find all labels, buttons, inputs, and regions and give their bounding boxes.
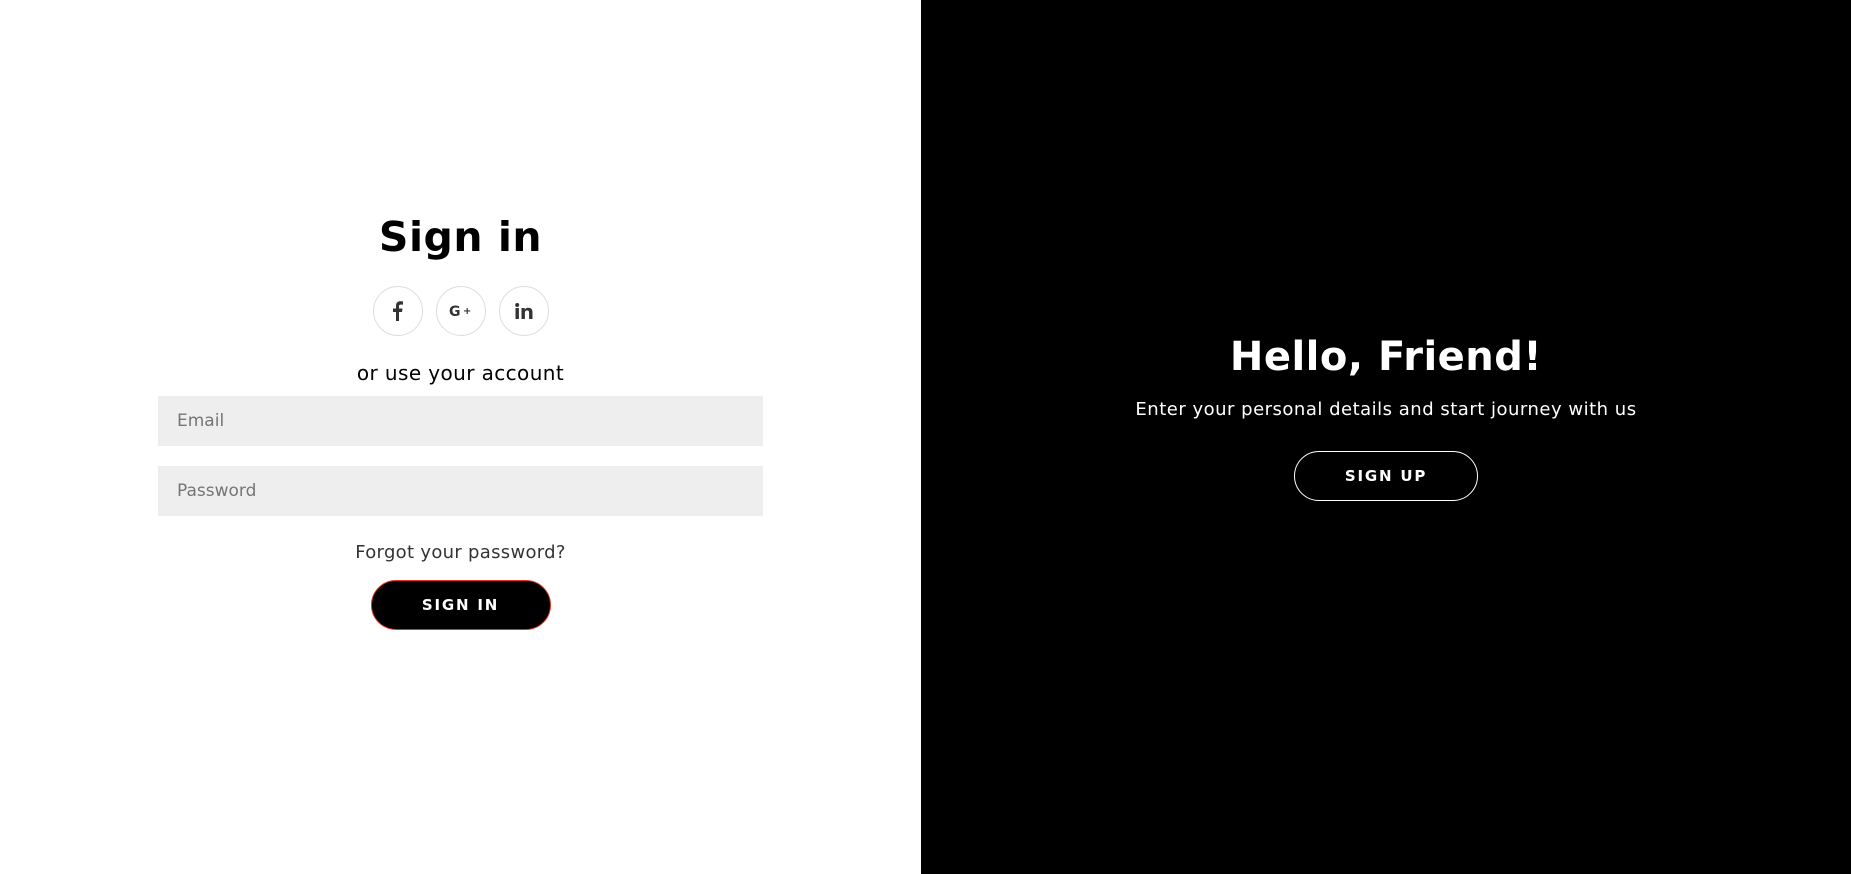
facebook-icon: [392, 301, 403, 321]
overlay-text: Enter your personal details and start jo…: [1135, 398, 1637, 420]
google-plus-button[interactable]: G +: [435, 286, 486, 336]
sign-in-form: Sign in G + or use your account Email Fo…: [158, 217, 763, 630]
alt-login-text: or use your account: [356, 361, 565, 385]
forgot-password-link[interactable]: Forgot your password?: [355, 542, 566, 563]
sign-up-button[interactable]: SIGN UP: [1294, 450, 1478, 501]
password-input[interactable]: [158, 466, 763, 516]
sign-in-title: Sign in: [378, 213, 543, 261]
email-input[interactable]: [158, 396, 763, 446]
facebook-button[interactable]: [372, 286, 423, 336]
linkedin-button[interactable]: [498, 286, 549, 336]
sign-in-button[interactable]: SIGN IN: [370, 580, 551, 630]
page: Sign in G + or use your account Email Fo…: [0, 0, 1851, 874]
welcome-overlay-panel: Hello, Friend! Enter your personal detai…: [921, 0, 1851, 874]
overlay-title: Hello, Friend!: [1229, 333, 1543, 380]
linkedin-icon: [514, 303, 533, 319]
sign-in-panel: Sign in G + or use your account Email Fo…: [0, 0, 921, 874]
social-login-row: G +: [372, 286, 549, 336]
google-plus-icon: G +: [449, 304, 473, 318]
svg-text:G: G: [449, 304, 461, 318]
svg-text:+: +: [463, 306, 471, 317]
